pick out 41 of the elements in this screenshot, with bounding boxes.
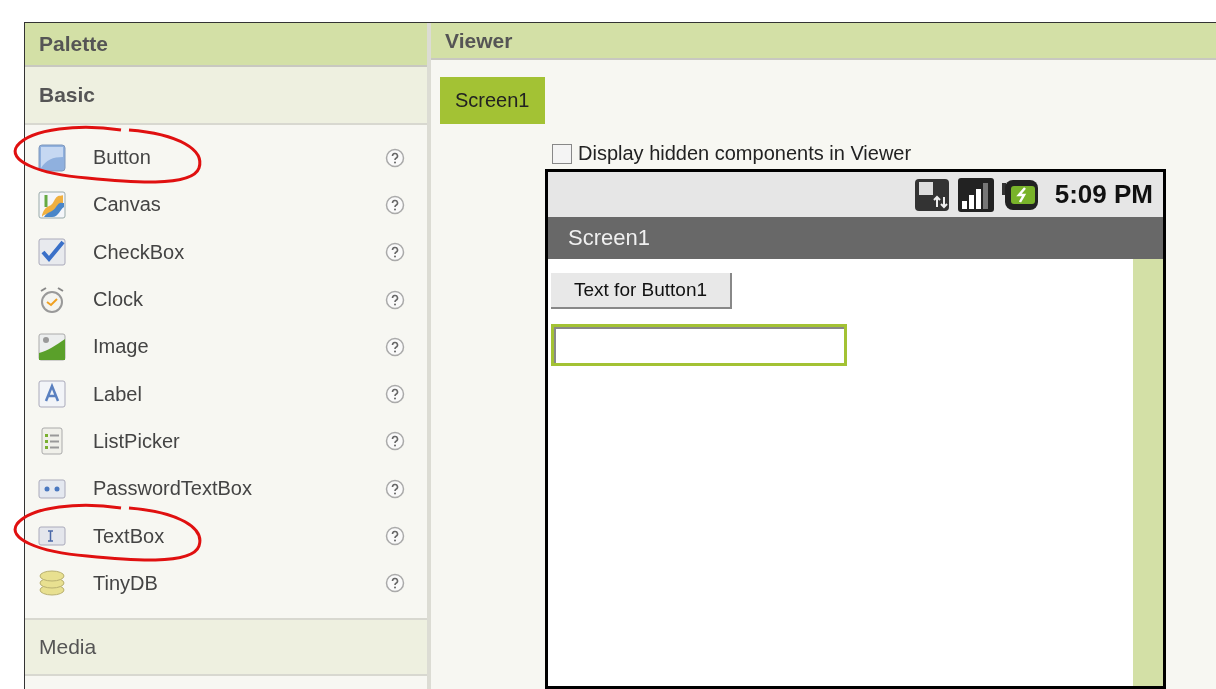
palette-item[interactable]: ListPicker — [93, 429, 385, 453]
help-icon[interactable] — [385, 526, 405, 546]
palette-item[interactable]: Label — [93, 382, 385, 406]
section-header[interactable]: Media — [25, 617, 427, 676]
help-icon[interactable] — [385, 431, 405, 452]
help-icon[interactable] — [385, 336, 405, 357]
help-icon[interactable] — [385, 573, 405, 594]
canvas-icon — [38, 190, 66, 219]
help-icon[interactable] — [385, 384, 405, 405]
palette-item[interactable]: CheckBox — [93, 240, 385, 264]
checkbox-icon — [38, 238, 66, 267]
checkbox-label[interactable]: Display hidden components in Viewer — [578, 142, 912, 165]
screen-tab[interactable]: Screen1 — [440, 77, 545, 124]
help-icon[interactable] — [385, 194, 405, 215]
list-icon — [38, 427, 66, 456]
help-icon[interactable] — [385, 289, 405, 310]
palette-item[interactable]: TextBox — [93, 524, 385, 548]
panel-header: Viewer — [431, 23, 1216, 60]
palette-item[interactable]: Button — [93, 146, 385, 170]
network-icon — [912, 176, 951, 213]
image-icon — [38, 332, 66, 361]
help-icon[interactable] — [385, 242, 405, 263]
preview-text-field[interactable] — [551, 324, 847, 366]
preview-button[interactable]: Text for Button1 — [551, 273, 733, 309]
clock-icon — [38, 285, 66, 314]
help-icon[interactable] — [385, 478, 405, 499]
palette-item[interactable]: PasswordTextBox — [93, 477, 385, 501]
section-header[interactable]: Basic — [25, 67, 427, 125]
database-icon — [38, 569, 66, 598]
help-icon[interactable] — [385, 147, 405, 168]
palette-item[interactable]: Clock — [93, 288, 385, 312]
palette-item[interactable]: Image — [93, 335, 385, 359]
palette-item[interactable]: Canvas — [93, 193, 385, 217]
panel-header: Palette — [25, 23, 427, 67]
signal-icon — [956, 176, 995, 213]
checkbox[interactable] — [552, 143, 572, 164]
button-icon — [38, 143, 66, 172]
palette-item[interactable]: TinyDB — [93, 571, 385, 595]
letter-a-icon — [38, 380, 66, 409]
screen-title: Screen1 — [548, 217, 1163, 259]
status-time: 5:09 PM — [1054, 179, 1153, 210]
